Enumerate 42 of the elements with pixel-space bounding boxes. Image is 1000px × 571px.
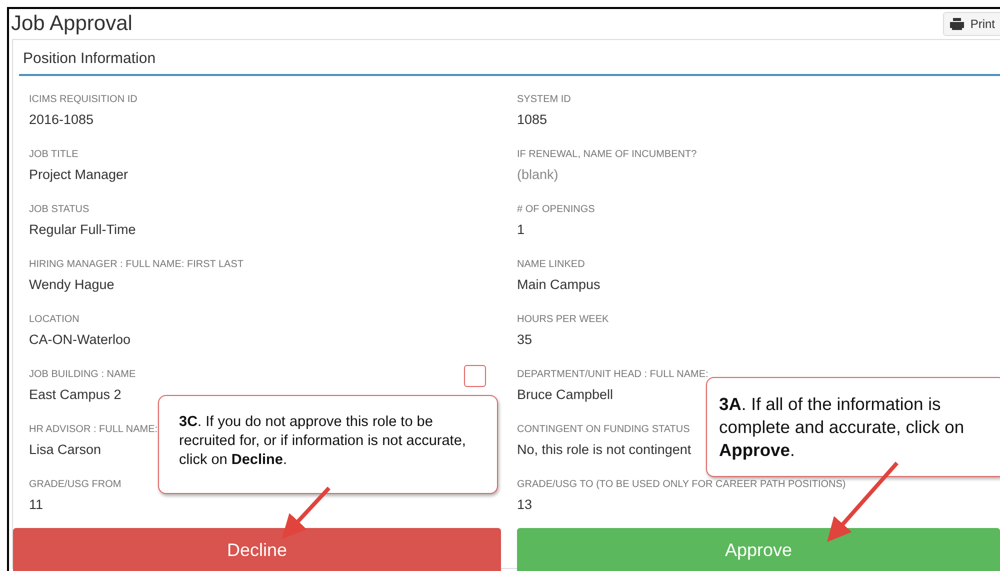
field-value: 35	[517, 332, 532, 347]
field-value: Main Campus	[517, 277, 600, 292]
approve-button[interactable]: Approve	[517, 528, 1000, 571]
field-value: Project Manager	[29, 167, 128, 182]
field-label: ICIMS REQUISITION ID	[29, 94, 138, 107]
field-value: Wendy Hague	[29, 277, 114, 292]
field-value: (blank)	[517, 167, 558, 182]
field-value: No, this role is not contingent	[517, 442, 692, 457]
field-label: # OF OPENINGS	[517, 204, 595, 217]
field-label: DEPARTMENT/UNIT HEAD : FULL NAME:	[517, 369, 708, 382]
field-label: GRADE/USG TO (TO BE USED ONLY FOR CAREER PATH POSITIONS)	[517, 479, 846, 492]
field-value: Lisa Carson	[29, 442, 102, 457]
panel-title: Position Information	[19, 50, 1000, 76]
field-label: GRADE/USG FROM	[29, 479, 122, 492]
callout-note: 3A. If all of the information is complete and accurate, click on Approve.	[706, 377, 1000, 477]
field-label: HOURS PER WEEK	[517, 314, 609, 327]
field-value: 11	[29, 497, 44, 512]
field-label: CONTINGENT ON FUNDING STATUS	[517, 424, 690, 437]
printer-icon	[950, 18, 964, 30]
field-label: HR ADVISOR : FULL NAME:	[29, 424, 158, 437]
print-button[interactable]: Print	[943, 12, 1000, 36]
highlight-square	[464, 365, 486, 387]
field-value: 2016-1085	[29, 112, 94, 127]
field-value: CA-ON-Waterloo	[29, 332, 131, 347]
field-value: 13	[517, 497, 532, 512]
field-label: HIRING MANAGER : FULL NAME: FIRST LAST	[29, 259, 244, 272]
field-value: East Campus 2	[29, 387, 122, 402]
field-value: Bruce Campbell	[517, 387, 614, 402]
field-value: Regular Full-Time	[29, 222, 136, 237]
field-label: JOB STATUS	[29, 204, 90, 217]
decline-button[interactable]: Decline	[13, 528, 501, 571]
page-title: Job Approval	[11, 12, 132, 36]
arrow	[282, 486, 330, 539]
field-value: 1085	[517, 112, 548, 127]
field-label: SYSTEM ID	[517, 94, 571, 107]
field-label: NAME LINKED	[517, 259, 585, 272]
field-label: LOCATION	[29, 314, 80, 327]
field-value: 1	[517, 222, 525, 237]
field-label: JOB TITLE	[29, 149, 78, 162]
field-label: IF RENEWAL, NAME OF INCUMBENT?	[517, 149, 697, 162]
field-label: JOB BUILDING : NAME	[29, 369, 136, 382]
callout-note: 3C. If you do not approve this role to be recruited for, or if information is not accurate, click on Decline.	[158, 395, 498, 494]
